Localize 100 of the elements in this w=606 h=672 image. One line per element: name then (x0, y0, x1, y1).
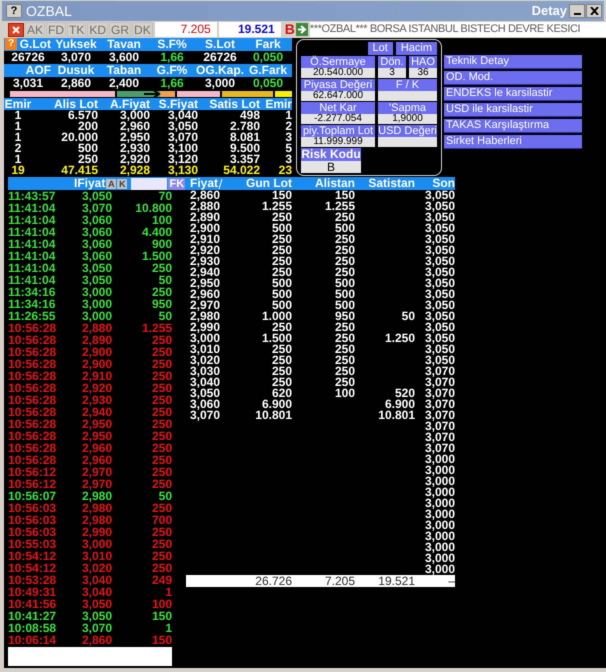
column-header: Son (431, 177, 455, 190)
table-cell-text: 250 (334, 234, 355, 245)
action-button[interactable]: USD ile karsilastir (444, 103, 582, 117)
table-cell-text: 3,060 (189, 399, 222, 410)
column-header: Emir (4, 98, 32, 110)
table-cell-text: 11:41:04 (8, 274, 56, 286)
table-cell-text: 10:56:28 (8, 370, 58, 382)
table-cell-text: 2,900 (189, 223, 222, 234)
table-cell-text: 500 (270, 278, 292, 289)
table-cell-text: 3,120 (166, 154, 198, 165)
table-cell-text: 1.255 (140, 322, 172, 334)
table-cell-text: 250 (150, 382, 172, 394)
table-cell-text: 2,990 (189, 322, 222, 333)
filter-button[interactable]: FK (168, 178, 186, 190)
table-cell-text: 1,66 (159, 51, 185, 64)
sort-button[interactable]: A (106, 178, 116, 188)
filter-field[interactable] (131, 178, 168, 190)
table-cell-text: 3.357 (230, 154, 260, 165)
close-icon[interactable] (8, 22, 24, 36)
table-cell-text: 10:56:07 (8, 490, 58, 502)
value-field (378, 137, 437, 147)
table-cell-text: 250 (334, 322, 355, 333)
table-cell-text: 250 (334, 256, 355, 267)
table-cell-text: 150 (150, 610, 172, 622)
column-header: A.Fiyat (108, 98, 150, 110)
value-field: -2.277.054 (301, 114, 375, 124)
table-cell-text: 3,000 (424, 487, 455, 498)
table-cell-text: 4.400 (140, 226, 172, 238)
action-button[interactable]: Teknik Detay (444, 55, 582, 69)
unit-button[interactable]: Hacim (396, 42, 437, 55)
table-cell-text: 10:56:28 (8, 430, 58, 442)
column-header[interactable]: Fiyat (190, 177, 218, 190)
table-cell-text: 3,031 (12, 77, 44, 90)
table-cell-text: 2,880 (189, 201, 222, 212)
close-button[interactable] (586, 4, 602, 18)
table-cell-text: 900 (150, 238, 172, 250)
help-button[interactable]: ? (6, 4, 22, 18)
table-cell-text: 250 (150, 334, 172, 346)
table-cell-text: 3,000 (80, 538, 112, 550)
action-button[interactable]: ENDEKS le karsilastir (444, 87, 582, 101)
table-cell-text: 1.000 (260, 311, 292, 322)
table-cell-text: 3,060 (80, 250, 112, 262)
window-title: OZBAL (26, 2, 72, 20)
action-button[interactable]: TAKAS Karşılaştırma (444, 119, 582, 133)
table-cell-text: 950 (150, 298, 172, 310)
table-cell-text: 10:06:14 (8, 634, 58, 646)
table-cell-text: 3,000 (424, 564, 455, 575)
help-button[interactable]: ? (5, 38, 17, 50)
sell-total-field: 19.521 (218, 22, 281, 37)
sort-button[interactable]: K (117, 178, 128, 188)
column-header: Alis Lot (53, 98, 98, 110)
table-cell-text: 250 (270, 234, 292, 245)
table-cell-text: 3,050 (424, 223, 455, 234)
total-cell-text: 19 (10, 165, 26, 176)
table-cell-text: 11:34:16 (8, 286, 56, 298)
table-cell-text: 250 (150, 394, 172, 406)
table-cell-text: 3,070 (166, 132, 198, 143)
column-header: G.Fark (248, 64, 288, 77)
action-button[interactable]: OD. Mod. (444, 71, 582, 85)
table-cell-text: 3,070 (80, 622, 112, 634)
table-cell-text: 1 (14, 110, 22, 121)
table-cell-text: 520 (394, 388, 415, 399)
total-cell-text: – (448, 575, 455, 587)
table-cell-text: 2,860 (60, 77, 92, 90)
table-cell-text: 1.255 (260, 201, 292, 212)
table-cell-text: 26726 (10, 51, 46, 64)
table-cell-text: 250 (150, 418, 172, 430)
table-cell-text: 3,000 (204, 77, 236, 90)
total-cell-text: 2,928 (118, 165, 150, 176)
table-cell-text: 2,950 (118, 132, 150, 143)
table-cell-text: 2,910 (80, 370, 112, 382)
table-cell-text: 6.900 (262, 399, 292, 410)
value-field: 36 (409, 68, 437, 78)
table-cell-text: 3,030 (189, 366, 222, 377)
table-cell-text: 500 (334, 289, 355, 300)
table-cell-text: 2,920 (189, 245, 222, 256)
table-cell-text: 250 (334, 344, 355, 355)
table-cell-text: 3,070 (424, 399, 455, 410)
arrow-icon[interactable] (296, 23, 308, 36)
table-cell-text: 2 (14, 143, 22, 154)
table-cell-text: 3,020 (80, 562, 112, 574)
table-cell-text: 2.780 (228, 121, 260, 132)
minimize-button[interactable] (569, 4, 585, 18)
table-cell-text: 150 (272, 190, 292, 201)
table-cell-text: 10:56:12 (8, 478, 58, 490)
table-cell-text: 10:56:28 (8, 394, 58, 406)
table-cell-text: 3,050 (424, 311, 455, 322)
column-header: Taban (106, 64, 142, 77)
table-cell-text: 3 (284, 132, 292, 143)
action-button[interactable]: Sirket Haberleri (444, 135, 582, 149)
table-cell-text: 250 (150, 454, 172, 466)
table-cell-text: 10:56:03 (8, 526, 58, 538)
table-cell-text: 1 (164, 622, 172, 634)
table-cell-text: 2,930 (80, 394, 112, 406)
table-cell-text: 3,070 (424, 443, 455, 454)
table-cell-text: 50 (158, 274, 172, 286)
unit-button[interactable]: Lot (368, 42, 393, 55)
total-cell-text: 23 (278, 165, 292, 176)
table-cell-text: 3,040 (168, 110, 198, 121)
table-cell-text: 250 (150, 562, 172, 574)
